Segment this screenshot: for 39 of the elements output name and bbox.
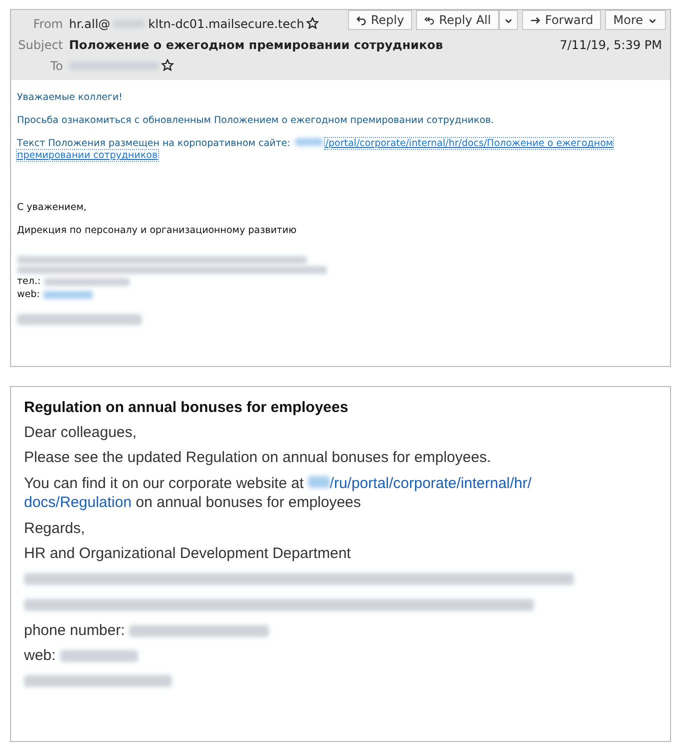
redacted-text [295,138,324,146]
arrow-right-icon [530,14,541,26]
toolbar-button[interactable]: More [605,10,666,30]
link[interactable]: премировании сотрудников [17,150,158,161]
dropdown-button[interactable] [498,10,518,30]
greeting-text: Уважаемые коллеги! [17,92,124,103]
subject-text: Положение о ежегодном премировании сотрудников [69,38,443,52]
link[interactable]: /ru/portal/corporate/internal/hr/ [330,475,532,492]
reply-all-icon [424,14,436,26]
phone-label: тел.: [17,276,41,287]
translation-text: Dear colleagues, [24,424,137,441]
body-text: Текст Положения размещен на корпоративном сайте: [17,138,292,149]
to-label: To [49,58,63,72]
phone-label: phone number: [24,622,125,639]
sender-address: hr.all@ [69,16,110,30]
translation-text: Please see the updated Regulation on annual bonuses for employees. [24,449,491,466]
subject-label: Subject [17,38,63,52]
body-text: Просьба ознакомиться с обновленным Положением о ежегодном премировании сотрудников. [17,115,495,126]
toolbar-button[interactable]: Forward [522,10,602,30]
translation-text: on annual bonuses for employees [134,494,361,511]
reply-icon [356,14,367,26]
closing-text: С уважением, [17,202,88,213]
redacted-text [308,476,330,488]
translation-title: Regulation on annual bonuses for employees [24,399,348,416]
toolbar-button[interactable]: Reply [348,10,412,30]
link[interactable]: /portal/corporate/internal/hr/docs/Положение о ежегодном [325,138,614,149]
star-icon[interactable] [161,59,174,72]
sender-domain: kltn-dc01.mailsecure.tech [148,16,304,30]
web-label: web: [24,647,56,664]
toolbar-button[interactable]: Reply All [416,10,499,30]
translation-text: HR and Organizational Development Department [24,545,351,562]
date-text: 7/11/19, 5:39 PM [560,38,662,52]
link[interactable]: docs/Regulation [24,494,132,511]
star-icon[interactable] [306,17,320,30]
translation-text: Regards, [24,520,85,537]
translation-text: You can find it on our corporate website at [24,475,305,492]
from-label: From [32,16,63,30]
signature-text: Дирекция по персоналу и организационному развитию [17,225,298,236]
web-label: web: [17,289,40,300]
